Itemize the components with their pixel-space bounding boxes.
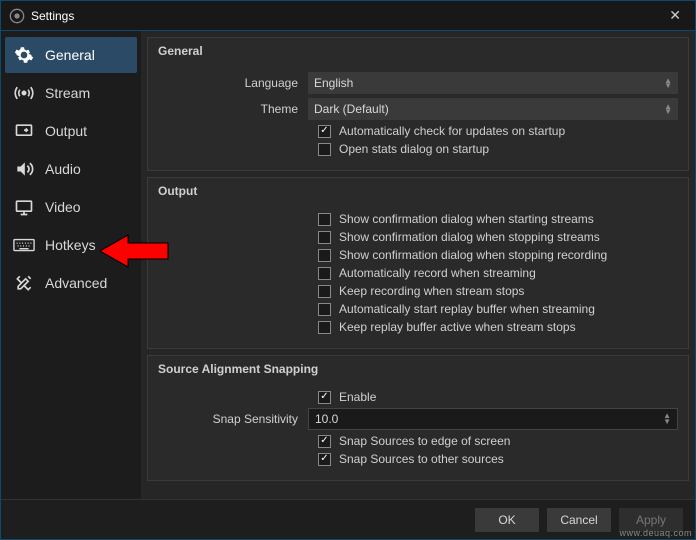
- sidebar-item-label: Video: [45, 199, 81, 215]
- sidebar-item-label: General: [45, 47, 95, 63]
- snap-sensitivity-input[interactable]: 10.0 ▲▼: [308, 408, 678, 430]
- language-label: Language: [158, 76, 308, 90]
- confirm-stop-stream-checkbox[interactable]: [318, 231, 331, 244]
- snap-other-checkbox[interactable]: [318, 453, 331, 466]
- output-icon: [13, 120, 35, 142]
- updown-icon: ▲▼: [664, 78, 672, 88]
- confirm-stop-record-checkbox[interactable]: [318, 249, 331, 262]
- keep-recording-checkbox[interactable]: [318, 285, 331, 298]
- theme-label: Theme: [158, 102, 308, 116]
- keep-recording-label: Keep recording when stream stops: [339, 284, 524, 298]
- video-icon: [13, 196, 35, 218]
- cancel-button[interactable]: Cancel: [547, 508, 611, 532]
- confirm-stop-record-label: Show confirmation dialog when stopping r…: [339, 248, 607, 262]
- group-output: Output Show confirmation dialog when sta…: [147, 177, 689, 349]
- titlebar: Settings ✕: [1, 1, 695, 31]
- snap-enable-checkbox[interactable]: [318, 391, 331, 404]
- updown-icon: ▲▼: [663, 413, 671, 425]
- group-title: Output: [148, 178, 688, 204]
- theme-value: Dark (Default): [314, 102, 389, 116]
- stream-icon: [13, 82, 35, 104]
- updown-icon: ▲▼: [664, 104, 672, 114]
- footer: OK Cancel Apply: [1, 499, 695, 539]
- confirm-start-checkbox[interactable]: [318, 213, 331, 226]
- confirm-start-label: Show confirmation dialog when starting s…: [339, 212, 594, 226]
- snap-sensitivity-value: 10.0: [315, 412, 338, 426]
- sidebar-item-label: Hotkeys: [45, 237, 96, 253]
- sidebar-item-stream[interactable]: Stream: [5, 75, 137, 111]
- auto-record-label: Automatically record when streaming: [339, 266, 536, 280]
- sidebar-item-audio[interactable]: Audio: [5, 151, 137, 187]
- gear-icon: [13, 44, 35, 66]
- snap-enable-label: Enable: [339, 390, 376, 404]
- settings-window: Settings ✕ General Stream Output: [0, 0, 696, 540]
- auto-replay-label: Automatically start replay buffer when s…: [339, 302, 595, 316]
- snap-edge-label: Snap Sources to edge of screen: [339, 434, 510, 448]
- close-icon[interactable]: ✕: [663, 7, 687, 24]
- snap-sensitivity-label: Snap Sensitivity: [158, 412, 308, 426]
- window-body: General Stream Output Audio: [1, 31, 695, 499]
- sidebar-item-label: Advanced: [45, 275, 107, 291]
- sidebar-item-label: Output: [45, 123, 87, 139]
- snap-edge-checkbox[interactable]: [318, 435, 331, 448]
- group-title: Source Alignment Snapping: [148, 356, 688, 382]
- sidebar-item-hotkeys[interactable]: Hotkeys: [5, 227, 137, 263]
- keep-replay-label: Keep replay buffer active when stream st…: [339, 320, 576, 334]
- group-general: General Language English ▲▼ Theme: [147, 37, 689, 171]
- group-snapping: Source Alignment Snapping Enable Snap Se…: [147, 355, 689, 481]
- sidebar-item-general[interactable]: General: [5, 37, 137, 73]
- open-stats-label: Open stats dialog on startup: [339, 142, 489, 156]
- sidebar-item-video[interactable]: Video: [5, 189, 137, 225]
- window-title: Settings: [31, 9, 74, 23]
- sidebar-item-label: Stream: [45, 85, 90, 101]
- language-value: English: [314, 76, 353, 90]
- audio-icon: [13, 158, 35, 180]
- theme-select[interactable]: Dark (Default) ▲▼: [308, 98, 678, 120]
- sidebar-item-output[interactable]: Output: [5, 113, 137, 149]
- app-icon: [9, 8, 25, 24]
- open-stats-checkbox[interactable]: [318, 143, 331, 156]
- main-panel: General Language English ▲▼ Theme: [141, 31, 695, 499]
- sidebar-item-advanced[interactable]: Advanced: [5, 265, 137, 301]
- sidebar-item-label: Audio: [45, 161, 81, 177]
- auto-replay-checkbox[interactable]: [318, 303, 331, 316]
- auto-update-checkbox[interactable]: [318, 125, 331, 138]
- tools-icon: [13, 272, 35, 294]
- sidebar: General Stream Output Audio: [1, 31, 141, 499]
- keep-replay-checkbox[interactable]: [318, 321, 331, 334]
- language-select[interactable]: English ▲▼: [308, 72, 678, 94]
- watermark: www.deuaq.com: [619, 528, 692, 538]
- auto-update-label: Automatically check for updates on start…: [339, 124, 565, 138]
- ok-button[interactable]: OK: [475, 508, 539, 532]
- auto-record-checkbox[interactable]: [318, 267, 331, 280]
- keyboard-icon: [13, 234, 35, 256]
- group-title: General: [148, 38, 688, 64]
- snap-other-label: Snap Sources to other sources: [339, 452, 504, 466]
- confirm-stop-stream-label: Show confirmation dialog when stopping s…: [339, 230, 600, 244]
